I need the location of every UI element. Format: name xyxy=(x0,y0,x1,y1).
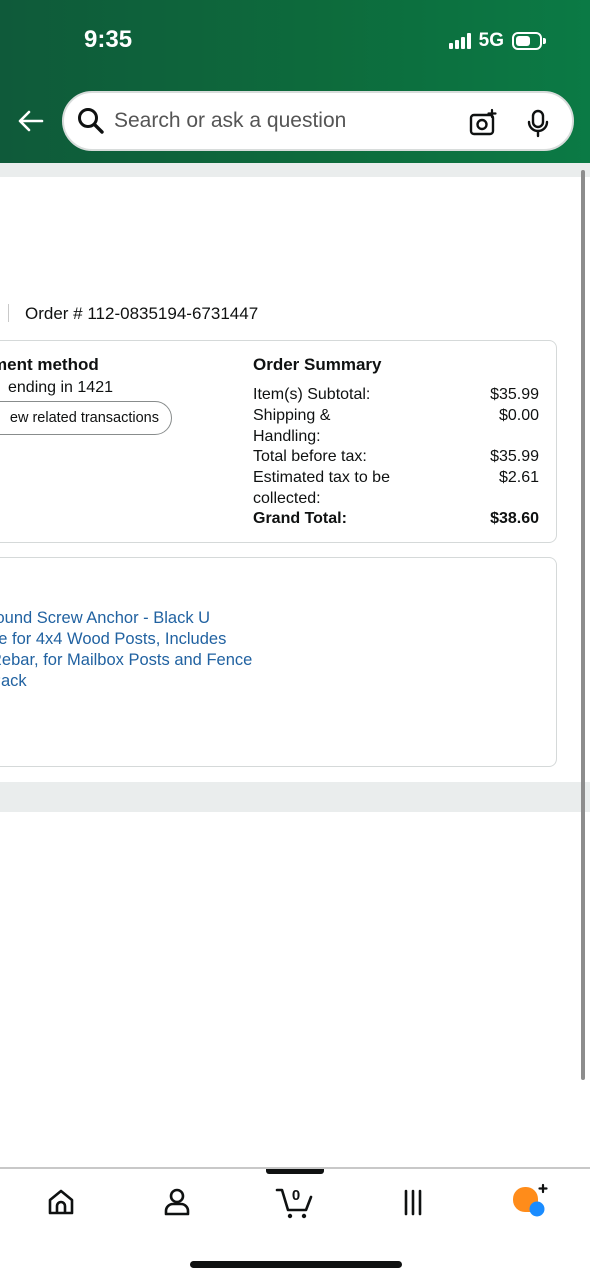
order-number-row: Order # 112-0835194-6731447 xyxy=(0,304,258,324)
bottom-divider xyxy=(0,782,590,812)
signal-icon xyxy=(448,33,471,49)
order-number: Order # 112-0835194-6731447 xyxy=(25,304,259,323)
summary-value: $2.61 xyxy=(498,469,539,486)
search-bar[interactable] xyxy=(62,91,574,151)
product-title-link[interactable]: round Screw Anchor - Black U ke for 4x4 … xyxy=(0,608,280,692)
summary-label: Estimated tax to be collected: xyxy=(253,469,390,507)
battery-icon xyxy=(512,32,546,50)
payment-card-info: ending in 1421 xyxy=(0,379,113,397)
scrollbar[interactable] xyxy=(581,170,585,1080)
cart-count: 0 xyxy=(292,1187,300,1204)
microphone-icon[interactable] xyxy=(524,108,552,138)
network-label: 5G xyxy=(478,30,504,51)
home-indicator[interactable] xyxy=(190,1261,402,1268)
rufus-icon[interactable] xyxy=(510,1183,550,1219)
account-icon[interactable] xyxy=(162,1186,192,1218)
product-title-line: Rebar, for Mailbox Posts and Fence xyxy=(0,651,253,669)
product-title-line: ke for 4x4 Wood Posts, Includes xyxy=(0,630,227,648)
summary-value: $35.99 xyxy=(490,386,539,403)
top-divider xyxy=(0,163,590,177)
order-summary-title: Order Summary xyxy=(253,355,382,374)
summary-value: $38.60 xyxy=(490,510,539,527)
product-title-line: round Screw Anchor - Black U xyxy=(0,609,211,627)
status-icons: 5G xyxy=(448,30,546,52)
search-icon xyxy=(78,108,104,134)
view-transactions-button[interactable]: ew related transactions xyxy=(0,401,172,435)
home-icon[interactable] xyxy=(45,1186,77,1218)
app-header: 9:35 5G xyxy=(0,0,590,163)
summary-value: $35.99 xyxy=(490,448,539,465)
payment-method-title: ment method xyxy=(0,355,99,374)
status-time: 9:35 xyxy=(84,26,133,53)
summary-label: Shipping & Handling: xyxy=(253,407,331,445)
camera-lens-icon[interactable] xyxy=(468,108,498,138)
active-tab-indicator xyxy=(266,1169,324,1174)
product-title-line: Pack xyxy=(0,672,27,690)
menu-icon[interactable] xyxy=(398,1186,428,1218)
summary-label: Total before tax: xyxy=(253,448,367,465)
summary-label: Grand Total: xyxy=(253,510,347,527)
summary-value: $0.00 xyxy=(498,407,539,424)
back-arrow-icon[interactable] xyxy=(14,104,48,138)
cart-icon[interactable]: 0 xyxy=(274,1181,318,1221)
search-input[interactable] xyxy=(114,109,414,133)
separator xyxy=(8,304,9,322)
summary-label: Item(s) Subtotal: xyxy=(253,386,371,403)
